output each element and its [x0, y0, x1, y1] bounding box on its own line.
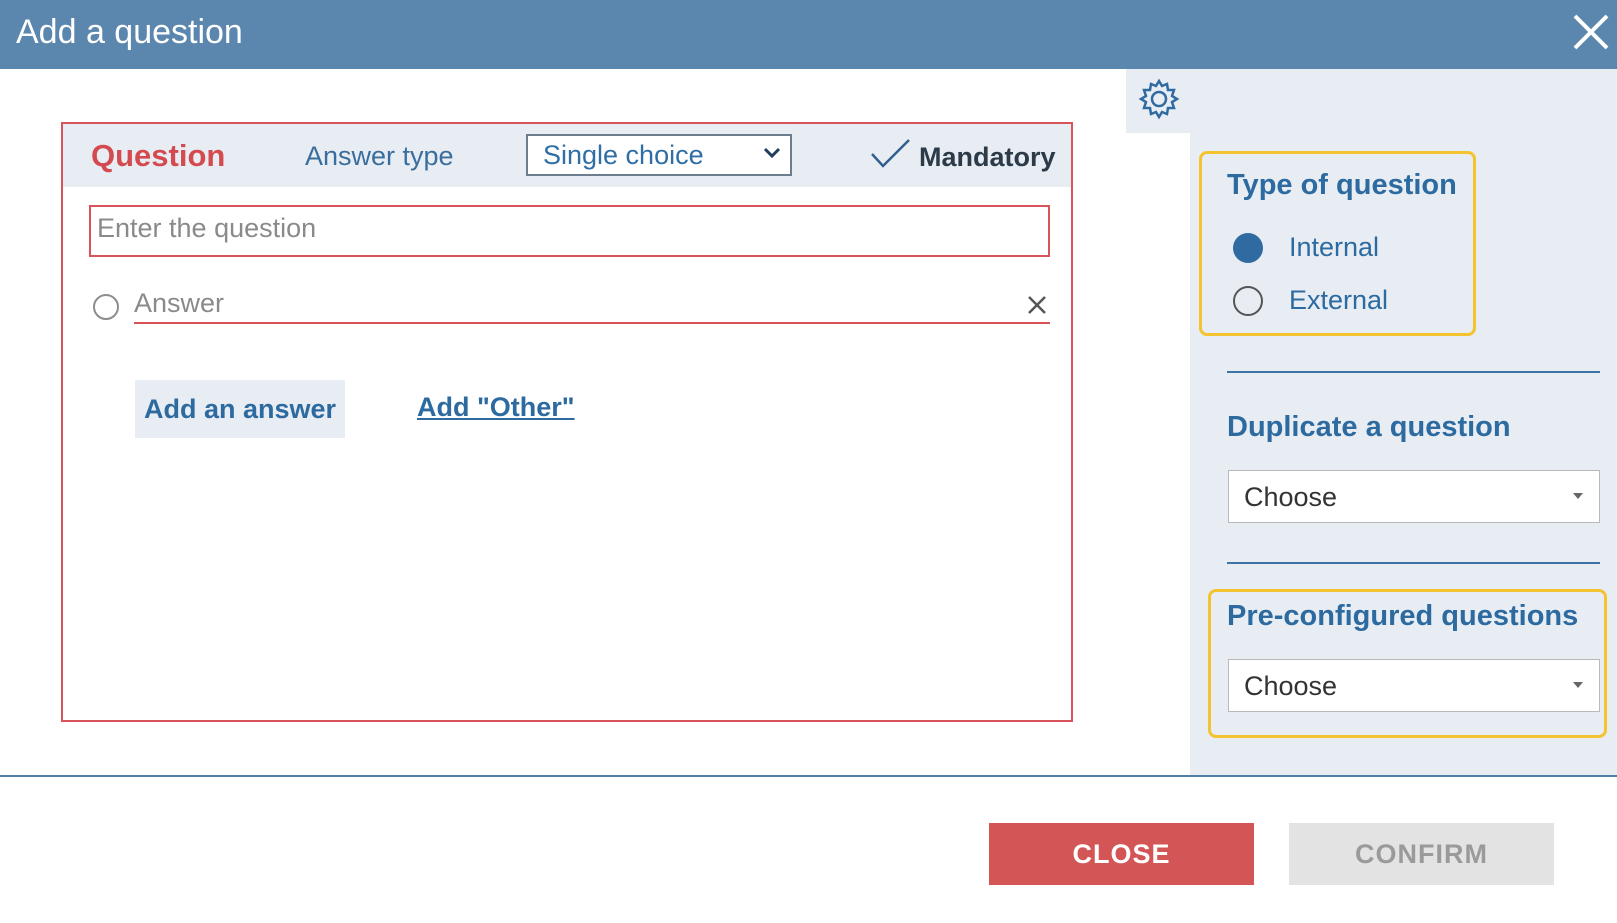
mandatory-label: Mandatory: [919, 142, 1056, 172]
gear-icon: [1138, 78, 1180, 120]
remove-answer-icon[interactable]: [1026, 294, 1048, 321]
dialog-title-bar: Add a question: [0, 0, 1617, 69]
radio-external-label: External: [1289, 285, 1389, 315]
radio-internal-label: Internal: [1289, 232, 1380, 262]
dialog-title: Add a question: [16, 13, 243, 51]
sidebar-divider: [1227, 562, 1600, 564]
duplicate-question-select[interactable]: Choose: [1228, 470, 1600, 523]
close-icon[interactable]: [1571, 12, 1611, 52]
preconfigured-questions-value: Choose: [1244, 671, 1338, 701]
question-placeholder: Enter the question: [97, 213, 317, 243]
caret-down-icon: [1573, 682, 1583, 688]
duplicate-question-title: Duplicate a question: [1227, 411, 1511, 443]
confirm-button[interactable]: CONFIRM: [1289, 823, 1554, 885]
preconfigured-questions-title: Pre-configured questions: [1227, 600, 1579, 632]
question-heading: Question: [91, 138, 226, 173]
duplicate-question-value: Choose: [1244, 482, 1338, 512]
radio-unselected-icon: [1233, 286, 1263, 316]
radio-selected-icon: [1233, 233, 1263, 263]
answer-radio[interactable]: [93, 294, 119, 320]
type-of-question-title: Type of question: [1227, 169, 1457, 201]
close-button[interactable]: CLOSE: [989, 823, 1254, 885]
preconfigured-questions-select[interactable]: Choose: [1228, 659, 1600, 712]
checkmark-icon: [871, 139, 910, 168]
answer-input[interactable]: Answer: [134, 284, 1050, 324]
chevron-down-icon: [763, 147, 781, 159]
question-input[interactable]: Enter the question: [89, 205, 1050, 257]
sidebar-divider: [1227, 371, 1600, 373]
add-answer-button[interactable]: Add an answer: [135, 380, 345, 438]
answer-placeholder: Answer: [134, 288, 225, 318]
question-panel: Question Answer type Single choice Manda…: [61, 122, 1073, 722]
footer-divider: [0, 775, 1617, 777]
question-panel-header: Question Answer type Single choice Manda…: [63, 124, 1071, 187]
answer-type-value: Single choice: [543, 140, 704, 170]
add-other-link[interactable]: Add "Other": [417, 392, 575, 423]
answer-type-label: Answer type: [305, 141, 454, 171]
answer-type-select[interactable]: Single choice: [526, 134, 792, 176]
caret-down-icon: [1573, 493, 1583, 499]
settings-tab[interactable]: [1126, 69, 1192, 133]
